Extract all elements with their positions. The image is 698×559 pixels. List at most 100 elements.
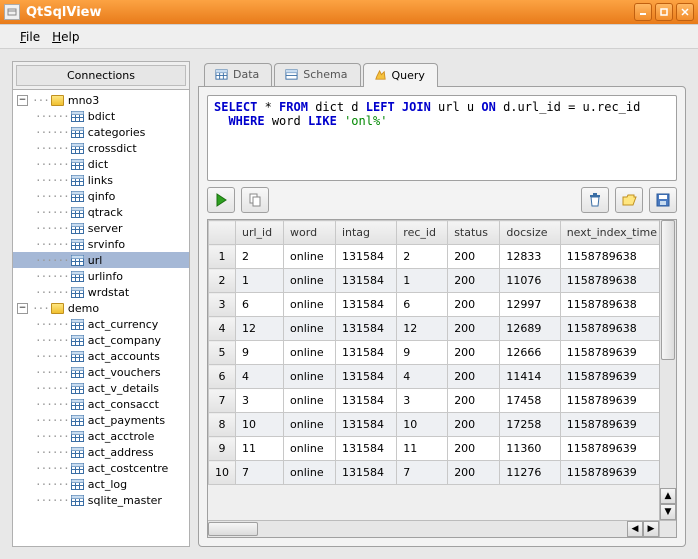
cell[interactable]: 12 — [236, 317, 284, 341]
cell[interactable]: 131584 — [335, 245, 396, 269]
cell[interactable]: 131584 — [335, 269, 396, 293]
tree-table-act_acctrole[interactable]: ······act_acctrole — [13, 428, 189, 444]
cell[interactable]: 3 — [397, 389, 448, 413]
tree-table-wrdstat[interactable]: ······wrdstat — [13, 284, 189, 300]
cell[interactable]: 131584 — [335, 365, 396, 389]
table-row[interactable]: 64online1315844200114141158789639 — [209, 365, 676, 389]
table-row[interactable]: 73online1315843200174581158789639 — [209, 389, 676, 413]
scroll-down-button[interactable]: ▼ — [660, 504, 676, 520]
cell[interactable]: 10 — [397, 413, 448, 437]
cell[interactable]: 131584 — [335, 341, 396, 365]
scroll-right-button[interactable]: ▶ — [643, 521, 659, 537]
cell[interactable]: 131584 — [335, 413, 396, 437]
cell[interactable]: 1 — [236, 269, 284, 293]
row-header[interactable]: 5 — [209, 341, 236, 365]
row-header[interactable]: 3 — [209, 293, 236, 317]
cell[interactable]: 131584 — [335, 437, 396, 461]
tree-table-dict[interactable]: ······dict — [13, 156, 189, 172]
scroll-left-button[interactable]: ◀ — [627, 521, 643, 537]
table-row[interactable]: 36online1315846200129971158789638 — [209, 293, 676, 317]
cell[interactable]: 2 — [397, 245, 448, 269]
cell[interactable]: 4 — [397, 365, 448, 389]
cell[interactable]: 11414 — [500, 365, 560, 389]
cell[interactable]: 200 — [448, 341, 500, 365]
toggle-icon[interactable]: − — [17, 303, 28, 314]
cell[interactable]: 12689 — [500, 317, 560, 341]
cell[interactable]: 6 — [397, 293, 448, 317]
cell[interactable]: online — [284, 341, 336, 365]
table-row[interactable]: 12online1315842200128331158789638 — [209, 245, 676, 269]
tree-table-act_payments[interactable]: ······act_payments — [13, 412, 189, 428]
cell[interactable]: online — [284, 245, 336, 269]
cell[interactable]: 12833 — [500, 245, 560, 269]
tab-query[interactable]: Query — [363, 63, 438, 87]
cell[interactable]: online — [284, 365, 336, 389]
tab-data[interactable]: Data — [204, 63, 272, 86]
result-table[interactable]: url_idwordintagrec_idstatusdocsizenext_i… — [208, 220, 676, 485]
minimize-button[interactable] — [634, 3, 652, 21]
column-header-url_id[interactable]: url_id — [236, 221, 284, 245]
tree-table-server[interactable]: ······server — [13, 220, 189, 236]
tree-table-crossdict[interactable]: ······crossdict — [13, 140, 189, 156]
menu-help[interactable]: Help — [46, 28, 85, 46]
cell[interactable]: 131584 — [335, 461, 396, 485]
cell[interactable]: 12 — [397, 317, 448, 341]
cell[interactable]: 3 — [236, 389, 284, 413]
tree-table-sqlite_master[interactable]: ······sqlite_master — [13, 492, 189, 508]
open-button[interactable] — [615, 187, 643, 213]
cell[interactable]: 200 — [448, 437, 500, 461]
run-button[interactable] — [207, 187, 235, 213]
tree-table-act_costcentre[interactable]: ······act_costcentre — [13, 460, 189, 476]
row-header[interactable]: 4 — [209, 317, 236, 341]
cell[interactable]: 200 — [448, 293, 500, 317]
cell[interactable]: online — [284, 293, 336, 317]
table-row[interactable]: 911online13158411200113601158789639 — [209, 437, 676, 461]
tree-table-act_consacct[interactable]: ······act_consacct — [13, 396, 189, 412]
cell[interactable]: 7 — [397, 461, 448, 485]
cell[interactable]: 200 — [448, 365, 500, 389]
cell[interactable]: 12666 — [500, 341, 560, 365]
cell[interactable]: 11 — [236, 437, 284, 461]
cell[interactable]: 2 — [236, 245, 284, 269]
cell[interactable]: online — [284, 413, 336, 437]
cell[interactable]: 12997 — [500, 293, 560, 317]
table-row[interactable]: 412online13158412200126891158789638 — [209, 317, 676, 341]
cell[interactable]: 200 — [448, 317, 500, 341]
tree-table-act_accounts[interactable]: ······act_accounts — [13, 348, 189, 364]
tree-db-mno3[interactable]: −···mno3 — [13, 92, 189, 108]
cell[interactable]: 17458 — [500, 389, 560, 413]
cell[interactable]: 131584 — [335, 293, 396, 317]
cell[interactable]: 200 — [448, 389, 500, 413]
cell[interactable]: 131584 — [335, 389, 396, 413]
column-header-word[interactable]: word — [284, 221, 336, 245]
cell[interactable]: online — [284, 437, 336, 461]
cell[interactable]: online — [284, 461, 336, 485]
row-header[interactable]: 8 — [209, 413, 236, 437]
row-header[interactable]: 6 — [209, 365, 236, 389]
cell[interactable]: 4 — [236, 365, 284, 389]
cell[interactable]: 9 — [236, 341, 284, 365]
row-header[interactable]: 2 — [209, 269, 236, 293]
cell[interactable]: 11360 — [500, 437, 560, 461]
sql-editor[interactable]: SELECT * FROM dict d LEFT JOIN url u ON … — [207, 95, 677, 181]
scroll-thumb[interactable] — [661, 220, 675, 360]
row-header[interactable]: 1 — [209, 245, 236, 269]
table-row[interactable]: 810online13158410200172581158789639 — [209, 413, 676, 437]
copy-button[interactable] — [241, 187, 269, 213]
cell[interactable]: 11 — [397, 437, 448, 461]
tab-schema[interactable]: Schema — [274, 63, 360, 86]
tree-table-act_currency[interactable]: ······act_currency — [13, 316, 189, 332]
tree-table-qinfo[interactable]: ······qinfo — [13, 188, 189, 204]
save-button[interactable] — [649, 187, 677, 213]
tree-table-act_vouchers[interactable]: ······act_vouchers — [13, 364, 189, 380]
table-row[interactable]: 59online1315849200126661158789639 — [209, 341, 676, 365]
tree-table-qtrack[interactable]: ······qtrack — [13, 204, 189, 220]
cell[interactable]: online — [284, 389, 336, 413]
cell[interactable]: 200 — [448, 413, 500, 437]
row-header[interactable]: 10 — [209, 461, 236, 485]
tree-table-act_company[interactable]: ······act_company — [13, 332, 189, 348]
cell[interactable]: 200 — [448, 269, 500, 293]
tree-table-url[interactable]: ······url — [13, 252, 189, 268]
tree-table-bdict[interactable]: ······bdict — [13, 108, 189, 124]
tree-table-srvinfo[interactable]: ······srvinfo — [13, 236, 189, 252]
